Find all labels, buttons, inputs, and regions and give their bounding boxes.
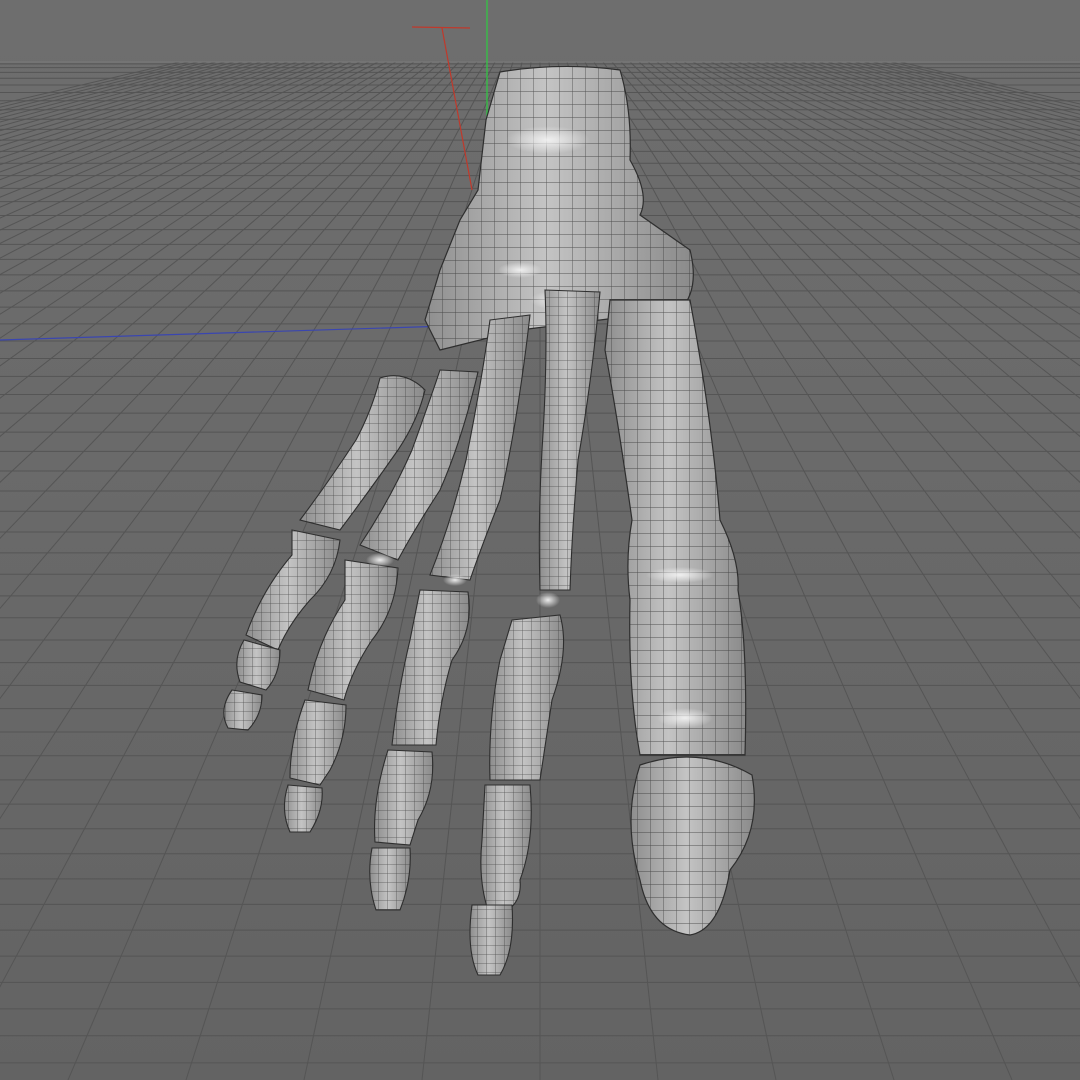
z-axis-line bbox=[0, 324, 481, 341]
grid-line bbox=[737, 61, 1080, 208]
grid-line bbox=[800, 61, 1080, 153]
grid-line bbox=[872, 61, 1080, 115]
grid-line bbox=[836, 61, 1080, 132]
grid-line bbox=[0, 61, 253, 137]
grid-line bbox=[701, 61, 1080, 259]
grid-line bbox=[818, 61, 1080, 142]
grid-line bbox=[746, 61, 1080, 198]
grid-line bbox=[0, 61, 307, 173]
grid-line bbox=[899, 61, 1080, 105]
viewport-scene[interactable] bbox=[0, 0, 1080, 1080]
grid-line bbox=[755, 61, 1080, 189]
grid-line bbox=[0, 61, 235, 127]
grid-line bbox=[764, 61, 1080, 181]
grid-line bbox=[0, 61, 298, 166]
grid-line bbox=[782, 61, 1080, 166]
grid-line bbox=[827, 61, 1080, 137]
grid-line bbox=[773, 61, 1080, 173]
grid-line bbox=[0, 61, 289, 159]
3d-viewport[interactable] bbox=[0, 0, 1080, 1080]
grid-line bbox=[728, 61, 1080, 219]
grid-line bbox=[0, 61, 406, 315]
grid-line bbox=[0, 61, 325, 189]
grid-line bbox=[0, 61, 478, 700]
grid-line bbox=[0, 61, 199, 112]
grid-line bbox=[719, 61, 1080, 231]
grid-line bbox=[881, 61, 1080, 112]
grid-line bbox=[0, 61, 181, 105]
grid-line bbox=[0, 61, 262, 142]
grid-line bbox=[0, 61, 208, 115]
grid-line bbox=[0, 61, 496, 988]
grid-line bbox=[845, 61, 1080, 127]
x-axis-line bbox=[441, 27, 473, 191]
grid-line bbox=[791, 61, 1080, 159]
grid-line bbox=[0, 61, 316, 181]
grid-line bbox=[0, 61, 244, 132]
x-axis-cap bbox=[411, 26, 471, 29]
grid-line bbox=[0, 61, 280, 153]
foot-skeleton-model[interactable] bbox=[223, 65, 755, 976]
